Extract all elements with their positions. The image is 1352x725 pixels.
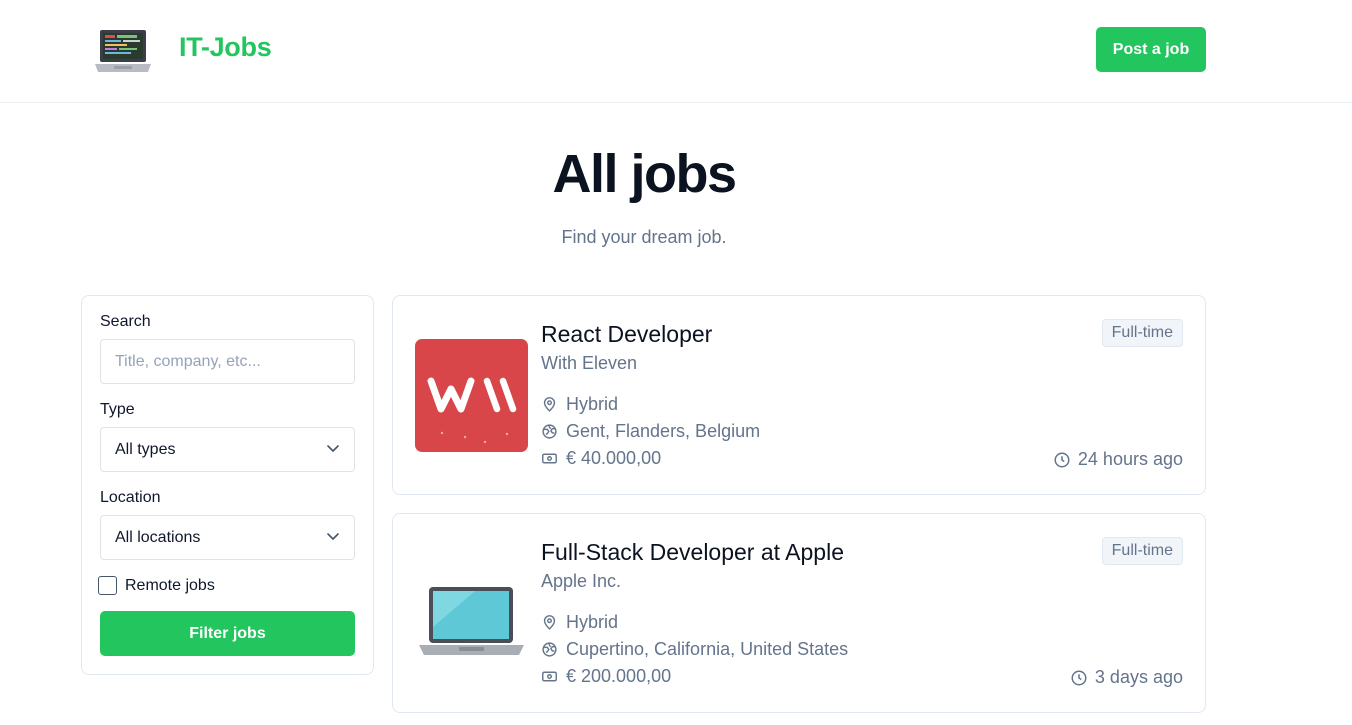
brand-name[interactable]: IT-Jobs xyxy=(179,32,272,63)
posted-time-text: 3 days ago xyxy=(1094,667,1183,687)
location-text: Gent, Flanders, Belgium xyxy=(566,421,761,441)
posted-time: 24 hours ago xyxy=(1053,449,1183,470)
banknote-icon xyxy=(542,671,557,682)
page-title: All jobs xyxy=(552,144,737,204)
filter-jobs-button[interactable]: Filter jobs xyxy=(100,611,355,656)
job-salary: € 200.000,00 xyxy=(541,666,671,687)
job-company: Apple Inc. xyxy=(541,571,622,591)
type-selected-value: All types xyxy=(115,440,176,458)
job-location: Gent, Flanders, Belgium xyxy=(541,421,760,442)
globe-icon xyxy=(542,642,557,657)
job-card[interactable]: Full-Stack Developer at Apple Apple Inc.… xyxy=(392,513,1206,713)
job-company: With Eleven xyxy=(541,353,638,373)
filters-panel: Search Title, company, etc... Type All t… xyxy=(81,295,374,675)
type-select[interactable]: All types xyxy=(100,427,355,472)
remote-jobs-checkbox[interactable] xyxy=(98,576,117,595)
location-type-text: Hybrid xyxy=(566,394,619,414)
page-subtitle: Find your dream job. xyxy=(561,227,727,247)
salary-text: € 40.000,00 xyxy=(566,448,662,468)
map-pin-icon xyxy=(543,397,556,412)
clock-icon xyxy=(1071,670,1087,685)
search-label: Search xyxy=(100,313,151,330)
site-header: IT-Jobs Post a job xyxy=(0,0,1352,103)
search-input[interactable]: Title, company, etc... xyxy=(100,339,355,384)
clock-icon xyxy=(1054,452,1070,467)
with-eleven-logo xyxy=(415,339,528,452)
location-text: Cupertino, California, United States xyxy=(566,639,849,659)
globe-icon xyxy=(542,424,557,439)
banknote-icon xyxy=(542,453,557,464)
job-title[interactable]: React Developer xyxy=(541,321,712,348)
search-placeholder: Title, company, etc... xyxy=(115,352,261,370)
salary-text: € 200.000,00 xyxy=(566,666,672,686)
job-card[interactable]: React Developer With Eleven Full-time Hy… xyxy=(392,295,1206,495)
chevron-down-icon xyxy=(327,445,339,452)
job-title[interactable]: Full-Stack Developer at Apple xyxy=(541,539,844,566)
location-label: Location xyxy=(100,489,161,506)
post-job-button[interactable]: Post a job xyxy=(1096,27,1206,72)
remote-jobs-option[interactable]: Remote jobs xyxy=(98,576,215,595)
job-type-badge: Full-time xyxy=(1101,319,1183,347)
job-location: Cupertino, California, United States xyxy=(541,639,848,660)
location-selected-value: All locations xyxy=(115,528,201,546)
location-select[interactable]: All locations xyxy=(100,515,355,560)
job-salary: € 40.000,00 xyxy=(541,448,661,469)
laptop-logo xyxy=(415,557,528,670)
remote-jobs-label[interactable]: Remote jobs xyxy=(125,577,215,595)
location-type-text: Hybrid xyxy=(566,612,619,632)
laptop-logo-icon[interactable] xyxy=(94,28,152,74)
chevron-down-icon xyxy=(327,533,339,540)
job-location-type: Hybrid xyxy=(541,612,618,633)
type-label: Type xyxy=(100,401,135,418)
job-location-type: Hybrid xyxy=(541,394,618,415)
posted-time: 3 days ago xyxy=(1070,667,1183,688)
posted-time-text: 24 hours ago xyxy=(1077,449,1183,469)
map-pin-icon xyxy=(543,615,556,630)
job-type-badge: Full-time xyxy=(1101,537,1183,565)
